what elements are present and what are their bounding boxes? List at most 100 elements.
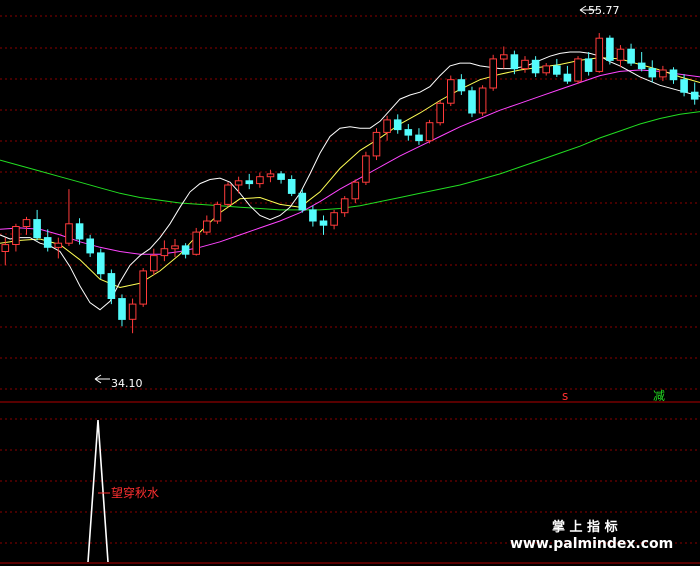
candle-body-down bbox=[553, 65, 561, 75]
candle bbox=[65, 189, 73, 246]
candle bbox=[447, 75, 455, 107]
candle bbox=[150, 248, 158, 276]
candle bbox=[542, 63, 551, 76]
candle bbox=[245, 173, 254, 190]
candle-body-up bbox=[1, 244, 10, 253]
candle-body-up bbox=[447, 79, 455, 104]
candle bbox=[500, 46, 508, 69]
candle-body-up bbox=[203, 220, 211, 233]
candle-body-down bbox=[97, 252, 105, 275]
candle bbox=[340, 196, 349, 217]
candle bbox=[521, 56, 529, 73]
candle bbox=[606, 35, 614, 65]
candle bbox=[637, 52, 646, 72]
candle-body-up bbox=[22, 219, 31, 228]
candle-body-down bbox=[510, 54, 519, 70]
candle bbox=[12, 223, 20, 252]
candle bbox=[86, 234, 95, 258]
candle bbox=[457, 74, 466, 95]
candle-body-up bbox=[224, 184, 232, 205]
ma10-line bbox=[0, 57, 700, 289]
candle-body-down bbox=[118, 298, 126, 320]
candle-body-down bbox=[245, 180, 254, 185]
candle-body-down bbox=[277, 173, 285, 180]
candle-body-down bbox=[627, 48, 635, 64]
ma30-series bbox=[0, 69, 700, 255]
indicator-label: 望穿秋水 bbox=[111, 485, 159, 500]
candle-body-down bbox=[669, 69, 678, 81]
candle-body-up bbox=[425, 122, 434, 142]
candle-body-down bbox=[637, 62, 646, 70]
candle-body-up bbox=[139, 270, 147, 305]
candle bbox=[669, 67, 678, 84]
candle bbox=[531, 56, 540, 77]
candle bbox=[43, 229, 52, 252]
candle bbox=[128, 298, 137, 334]
candle-body-up bbox=[574, 58, 582, 82]
candle bbox=[553, 58, 561, 77]
candle-body-up bbox=[436, 102, 444, 124]
candle-body-up bbox=[595, 37, 604, 72]
candle bbox=[468, 86, 476, 118]
candle-body-up bbox=[383, 119, 391, 133]
candle-body-down bbox=[393, 119, 402, 131]
candle bbox=[224, 182, 232, 208]
candle bbox=[181, 243, 190, 259]
candle bbox=[171, 239, 179, 258]
candle bbox=[287, 175, 296, 197]
candle-body-up bbox=[372, 131, 381, 157]
low-marker-icon bbox=[94, 374, 110, 384]
candle bbox=[97, 248, 105, 280]
candle-body-up bbox=[150, 255, 158, 272]
candle-body-up bbox=[266, 173, 275, 178]
candle-body-up bbox=[362, 155, 370, 183]
grid-lines bbox=[0, 15, 700, 544]
candle-body-down bbox=[107, 273, 116, 300]
candle-body-up bbox=[54, 242, 63, 248]
candle bbox=[22, 216, 31, 235]
candle bbox=[383, 115, 391, 141]
candle bbox=[595, 33, 604, 73]
low-price-label: 34.10 bbox=[111, 377, 143, 390]
candle bbox=[584, 52, 593, 76]
candle-body-up bbox=[616, 48, 625, 61]
candle bbox=[277, 171, 285, 184]
candle-body-down bbox=[648, 68, 657, 78]
candle bbox=[139, 268, 147, 307]
candle bbox=[107, 269, 116, 305]
candle-body-up bbox=[192, 231, 200, 255]
candle-body-down bbox=[606, 37, 614, 61]
ma30-line bbox=[0, 69, 700, 255]
candle bbox=[319, 215, 328, 235]
candle-body-up bbox=[160, 248, 169, 257]
indicator-spike bbox=[87, 419, 109, 563]
candle-body-down bbox=[680, 79, 688, 93]
candle-body-down bbox=[43, 237, 52, 248]
candle bbox=[478, 85, 487, 116]
candle-body-down bbox=[415, 134, 423, 142]
candle bbox=[648, 60, 657, 83]
candle bbox=[362, 151, 370, 185]
candle bbox=[563, 65, 572, 84]
candle-body-down bbox=[309, 209, 317, 222]
candle bbox=[489, 54, 497, 91]
candle bbox=[330, 209, 338, 230]
candle-body-up bbox=[234, 180, 243, 186]
candle-body-down bbox=[457, 79, 466, 92]
ma5-series bbox=[0, 51, 700, 311]
candle-body-down bbox=[690, 91, 699, 100]
candle-body-down bbox=[563, 73, 572, 82]
candle-body-down bbox=[298, 192, 307, 211]
signal-jian-label: 减 bbox=[653, 389, 665, 403]
candle-body-down bbox=[531, 59, 540, 74]
candle-body-up bbox=[330, 212, 338, 226]
candle-body-up bbox=[12, 226, 20, 245]
candle-body-up bbox=[478, 87, 487, 114]
candle bbox=[574, 56, 582, 84]
candle bbox=[54, 237, 63, 259]
candle bbox=[372, 128, 381, 161]
candle-body-up bbox=[351, 181, 360, 200]
candle-body-down bbox=[468, 90, 476, 114]
candle bbox=[690, 82, 699, 105]
candle-body-up bbox=[213, 203, 222, 222]
